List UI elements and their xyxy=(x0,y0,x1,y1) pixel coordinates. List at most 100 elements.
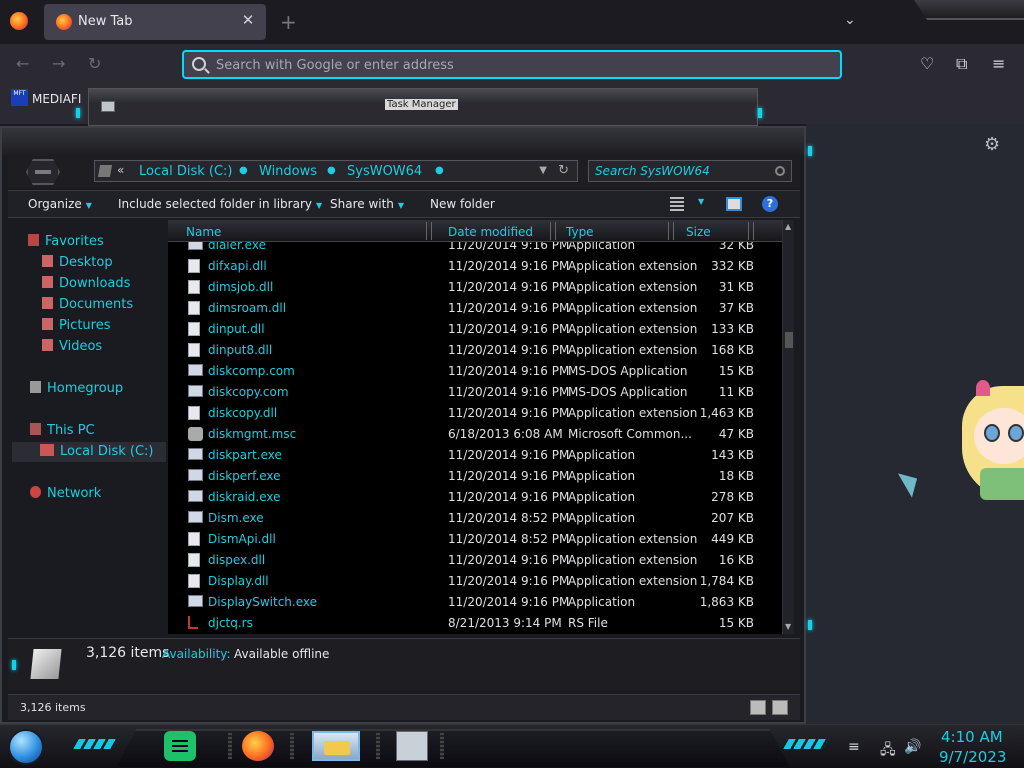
bookmark-mediafire[interactable]: MEDIAFI xyxy=(32,92,81,106)
file-row[interactable]: diskcomp.com 11/20/2014 9:16 PM MS-DOS App… xyxy=(168,360,782,381)
back-arrow-icon[interactable] xyxy=(26,159,60,185)
scroll-down-icon[interactable]: ▼ xyxy=(785,622,791,631)
column-date-modified[interactable]: Date modified xyxy=(448,225,533,239)
clock-date[interactable]: 9/7/2023 xyxy=(939,748,1006,766)
column-divider[interactable] xyxy=(748,222,754,240)
network-tray-icon[interactable]: 🖧 xyxy=(880,739,896,763)
file-row[interactable]: dimsjob.dll 11/20/2014 9:16 PM Application… xyxy=(168,276,782,297)
clock-time[interactable]: 4:10 AM xyxy=(941,728,1003,746)
column-divider[interactable] xyxy=(550,222,556,240)
start-button[interactable] xyxy=(8,729,44,765)
file-row[interactable]: diskraid.exe 11/20/2014 9:16 PM Applicatio… xyxy=(168,486,782,507)
file-row[interactable]: dinput8.dll 11/20/2014 9:16 PM Application… xyxy=(168,339,782,360)
nav-desktop[interactable]: Desktop xyxy=(42,255,113,270)
organize-menu[interactable]: Organize ▼ xyxy=(28,197,92,211)
breadcrumb-separator[interactable]: ● xyxy=(327,165,336,176)
tab-new-tab[interactable]: New Tab ✕ xyxy=(44,4,266,40)
close-tab-icon[interactable]: ✕ xyxy=(238,11,258,29)
nav-pictures[interactable]: Pictures xyxy=(42,318,110,333)
view-options-dropdown-icon[interactable]: ▼ xyxy=(698,197,704,206)
settings-gear-icon[interactable]: ⚙ xyxy=(984,134,1000,155)
taskbar-divider xyxy=(290,733,294,759)
share-with-menu[interactable]: Share with ▼ xyxy=(330,197,404,211)
task-manager-window[interactable]: Task Manager xyxy=(88,88,758,126)
change-view-icon[interactable] xyxy=(670,197,684,211)
file-explorer-app-icon[interactable] xyxy=(312,731,360,761)
file-type: Application extension xyxy=(568,574,698,588)
status-item-count: 3,126 items xyxy=(20,701,86,714)
nav-local-disk[interactable]: Local Disk (C:) xyxy=(40,444,153,459)
organize-label: Organize xyxy=(28,197,82,211)
task-manager-app-icon[interactable] xyxy=(396,731,428,761)
list-all-tabs-icon[interactable]: ⌄ xyxy=(844,12,856,28)
nav-downloads[interactable]: Downloads xyxy=(42,276,130,291)
breadcrumb-separator[interactable]: ● xyxy=(239,165,248,176)
breadcrumb-syswow64[interactable]: SysWOW64 xyxy=(347,164,422,179)
forward-button[interactable]: → xyxy=(52,54,65,73)
file-size: 15 KB xyxy=(718,616,754,630)
file-name: dinput.dll xyxy=(208,322,265,336)
details-view-icon[interactable] xyxy=(750,700,766,715)
file-row[interactable]: diskcopy.dll 11/20/2014 9:16 PM Applicatio… xyxy=(168,402,782,423)
column-size[interactable]: Size xyxy=(686,225,711,239)
volume-tray-icon[interactable]: 🔊 xyxy=(904,739,921,755)
address-bar[interactable]: « Local Disk (C:) ● Windows ● SysWOW64 ●… xyxy=(94,160,578,182)
url-bar[interactable]: Search with Google or enter address xyxy=(182,50,842,79)
explorer-titlebar[interactable] xyxy=(2,128,804,156)
file-row[interactable]: DismApi.dll 11/20/2014 8:52 PM Application… xyxy=(168,528,782,549)
breadcrumb-windows[interactable]: Windows xyxy=(259,164,317,179)
file-row[interactable]: djctq.rs 8/21/2013 9:14 PM RS File 15 KB xyxy=(168,612,782,633)
frame-accent xyxy=(12,660,16,670)
column-divider[interactable] xyxy=(668,222,674,240)
refresh-icon[interactable]: ↻ xyxy=(558,163,569,178)
file-row[interactable]: dinput.dll 11/20/2014 9:16 PM Application … xyxy=(168,318,782,339)
firefox-view-icon[interactable] xyxy=(10,12,28,30)
file-type: Application extension xyxy=(568,259,698,273)
extensions-icon[interactable]: ⧉ xyxy=(956,54,967,74)
nav-videos[interactable]: Videos xyxy=(42,339,102,354)
nav-homegroup[interactable]: Homegroup xyxy=(30,381,123,396)
nav-favorites[interactable]: Favorites xyxy=(28,234,104,249)
show-hidden-icons-icon[interactable]: ≡ xyxy=(848,739,860,755)
file-size: 278 KB xyxy=(711,490,754,504)
scroll-thumb[interactable] xyxy=(785,332,793,348)
column-divider[interactable] xyxy=(426,222,432,240)
column-type[interactable]: Type xyxy=(566,225,594,239)
new-folder-button[interactable]: New folder xyxy=(430,197,495,211)
nav-documents[interactable]: Documents xyxy=(42,297,133,312)
address-dropdown-icon[interactable]: ▼ xyxy=(539,165,547,176)
file-name: diskcomp.com xyxy=(208,364,295,378)
file-row[interactable]: diskmgmt.msc 6/18/2013 6:08 AM Microsoft C… xyxy=(168,423,782,444)
file-row[interactable]: dimsroam.dll 11/20/2014 9:16 PM Applicatio… xyxy=(168,297,782,318)
file-row[interactable]: diskcopy.com 11/20/2014 9:16 PM MS-DOS App… xyxy=(168,381,782,402)
nav-network[interactable]: Network xyxy=(30,486,101,501)
file-row[interactable]: dispex.dll 11/20/2014 9:16 PM Application … xyxy=(168,549,782,570)
file-size: 18 KB xyxy=(718,469,754,483)
back-button[interactable]: ← xyxy=(16,54,29,73)
column-name[interactable]: Name xyxy=(186,225,221,239)
file-row[interactable]: diskpart.exe 11/20/2014 9:16 PM Applicatio… xyxy=(168,444,782,465)
file-row[interactable]: Dism.exe 11/20/2014 8:52 PM Application 207… xyxy=(168,507,782,528)
file-list-scrollbar[interactable]: ▲ ▼ xyxy=(782,220,794,634)
breadcrumb-overflow-icon[interactable]: « xyxy=(117,163,124,177)
menu-icon[interactable]: ≡ xyxy=(992,54,1005,73)
new-tab-button[interactable]: + xyxy=(280,10,297,34)
help-icon[interactable]: ? xyxy=(762,196,778,212)
file-date: 11/20/2014 8:52 PM xyxy=(448,511,570,525)
include-in-library-menu[interactable]: Include selected folder in library ▼ xyxy=(118,197,322,211)
breadcrumb-separator[interactable]: ● xyxy=(435,165,444,176)
sticky-notes-app-icon[interactable] xyxy=(164,731,196,761)
large-icons-view-icon[interactable] xyxy=(772,700,788,715)
file-row[interactable]: difxapi.dll 11/20/2014 9:16 PM Application… xyxy=(168,255,782,276)
firefox-app-icon[interactable] xyxy=(242,731,274,761)
scroll-up-icon[interactable]: ▲ xyxy=(785,222,791,231)
preview-pane-icon[interactable] xyxy=(726,197,742,211)
file-row[interactable]: DisplaySwitch.exe 11/20/2014 9:16 PM Appli… xyxy=(168,591,782,612)
reload-button[interactable]: ↻ xyxy=(88,54,101,73)
pocket-icon[interactable]: ♡ xyxy=(920,54,934,73)
folder-search-input[interactable]: Search SysWOW64 xyxy=(588,160,792,182)
file-row[interactable]: diskperf.exe 11/20/2014 9:16 PM Applicatio… xyxy=(168,465,782,486)
nav-this-pc[interactable]: This PC xyxy=(30,423,95,438)
file-row[interactable]: Display.dll 11/20/2014 9:16 PM Application… xyxy=(168,570,782,591)
breadcrumb-local-disk[interactable]: Local Disk (C:) xyxy=(139,164,232,179)
